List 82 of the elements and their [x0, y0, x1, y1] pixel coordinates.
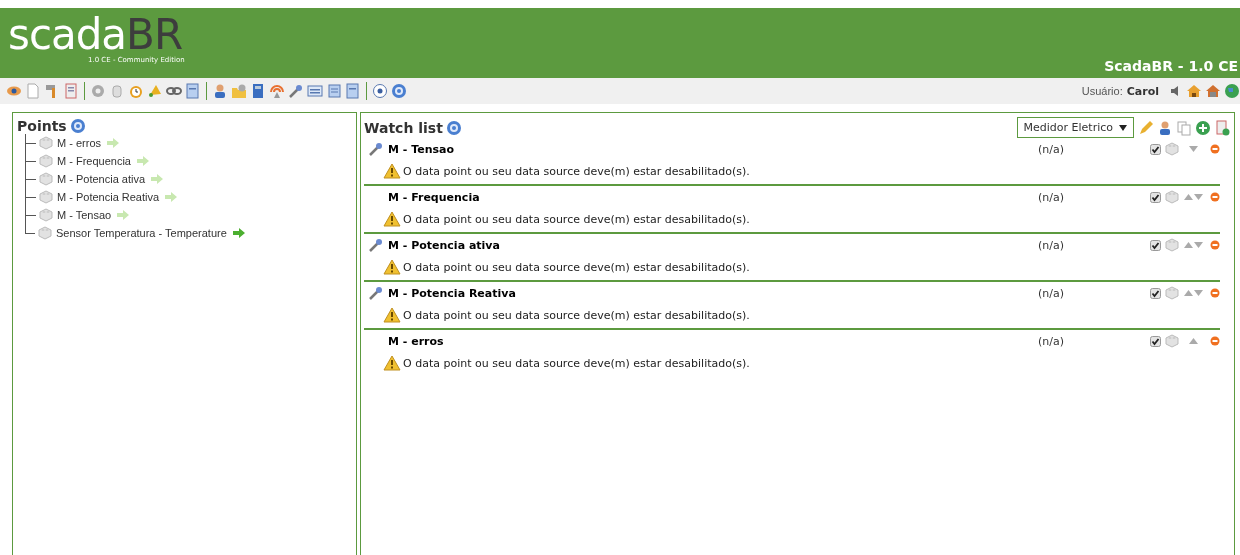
- move-up-icon[interactable]: [1183, 194, 1193, 200]
- wrench-icon[interactable]: [368, 237, 384, 253]
- warning-message: O data point ou seu data source deve(m) estar desabilitado(s).: [403, 308, 750, 322]
- home-icon[interactable]: [1205, 83, 1221, 99]
- checkbox[interactable]: [1150, 239, 1161, 251]
- checkbox[interactable]: [1150, 143, 1161, 155]
- point-value: (n/a): [1038, 190, 1065, 204]
- point-name: M - Potencia ativa: [388, 238, 501, 252]
- cube-icon: [38, 207, 54, 223]
- help-icon[interactable]: [391, 83, 407, 99]
- help-icon[interactable]: [69, 118, 86, 134]
- wrench-icon[interactable]: [368, 141, 384, 157]
- warning-icon: [383, 211, 401, 227]
- panel-title: Points: [17, 118, 67, 134]
- cube-icon: [37, 225, 53, 241]
- point-name: M - Potencia Reativa: [388, 286, 517, 300]
- point-value: (n/a): [1038, 142, 1065, 156]
- add-arrow-icon[interactable]: [232, 228, 245, 238]
- wrench-icon[interactable]: [368, 285, 384, 301]
- move-down-icon[interactable]: [1193, 242, 1203, 248]
- logo: scadaBR: [8, 14, 183, 56]
- checkbox[interactable]: [1150, 287, 1161, 299]
- point-value: (n/a): [1038, 238, 1065, 252]
- warning-message: O data point ou seu data source deve(m) estar desabilitado(s).: [403, 356, 750, 370]
- remove-icon[interactable]: [1210, 288, 1220, 298]
- checkbox[interactable]: [1150, 191, 1161, 203]
- cube-icon: [38, 189, 54, 205]
- warning-icon: [383, 163, 401, 179]
- move-up-icon[interactable]: [1183, 290, 1193, 296]
- folder-icon[interactable]: [231, 83, 247, 99]
- move-up-icon[interactable]: [1183, 242, 1193, 248]
- cube-icon: [38, 153, 54, 169]
- warning-icon: [383, 259, 401, 275]
- help-icon[interactable]: [445, 119, 462, 136]
- warning-message: O data point ou seu data source deve(m) estar desabilitado(s).: [403, 164, 750, 178]
- point-name: M - Tensao: [388, 142, 456, 156]
- point-name[interactable]: M - Tensao: [57, 209, 112, 221]
- panel-title: Watch list: [364, 119, 443, 136]
- point-name[interactable]: M - Potencia Reativa: [57, 191, 160, 203]
- list-icon[interactable]: [307, 83, 323, 99]
- wrench-icon[interactable]: [288, 83, 304, 99]
- move-down-icon[interactable]: [1193, 194, 1203, 200]
- document-icon[interactable]: [345, 83, 361, 99]
- home-icon[interactable]: [1186, 83, 1202, 99]
- move-up-icon[interactable]: [1188, 338, 1198, 344]
- point-name[interactable]: M - Potencia ativa: [57, 173, 146, 185]
- user-icon[interactable]: [212, 83, 228, 99]
- point-name: M - Frequencia: [388, 190, 481, 204]
- cube-icon: [38, 171, 54, 187]
- move-down-icon[interactable]: [1193, 290, 1203, 296]
- signal-icon[interactable]: [269, 83, 285, 99]
- remove-icon[interactable]: [1210, 336, 1220, 346]
- caret-icon: [1119, 124, 1127, 131]
- user-icon[interactable]: [1157, 119, 1173, 136]
- point-name[interactable]: M - erros: [57, 137, 101, 149]
- point-name[interactable]: Sensor Temperatura - Temperature: [56, 227, 227, 239]
- point-name[interactable]: M - Frequencia: [57, 155, 131, 167]
- move-down-icon[interactable]: [1188, 146, 1198, 152]
- cube-icon: [38, 135, 54, 151]
- remove-icon[interactable]: [1210, 240, 1220, 250]
- remove-icon[interactable]: [1210, 144, 1220, 154]
- checkbox[interactable]: [1150, 335, 1161, 347]
- warning-message: O data point ou seu data source deve(m) estar desabilitado(s).: [403, 212, 750, 226]
- user-name: Carol: [1126, 84, 1159, 98]
- add-icon[interactable]: [1195, 119, 1211, 136]
- notebook-icon[interactable]: [250, 83, 266, 99]
- add-list-icon[interactable]: [1214, 119, 1230, 136]
- warning-message: O data point ou seu data source deve(m) estar desabilitado(s).: [403, 260, 750, 274]
- app-title: ScadaBR - 1.0 CE: [1104, 58, 1238, 74]
- target-icon[interactable]: [372, 83, 388, 99]
- watch-list-select[interactable]: Medidor Eletrico: [1016, 117, 1134, 138]
- remove-icon[interactable]: [1210, 192, 1220, 202]
- book-icon[interactable]: [63, 83, 79, 99]
- warning-icon: [383, 307, 401, 323]
- globe-icon[interactable]: [1224, 83, 1240, 99]
- point-value: (n/a): [1038, 334, 1065, 348]
- warning-icon: [383, 355, 401, 371]
- point-name: M - erros: [388, 334, 445, 348]
- user-label: Usuário:: [1081, 85, 1123, 97]
- point-value: (n/a): [1038, 286, 1065, 300]
- document-icon[interactable]: [185, 83, 201, 99]
- alarm-clock-icon[interactable]: [128, 83, 144, 99]
